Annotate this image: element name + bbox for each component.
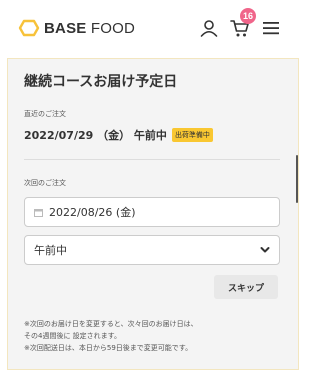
calendar-icon [34, 208, 43, 217]
recent-order-label: 直近のご注文 [24, 110, 66, 118]
page-title: 継続コースお届け予定日 [24, 74, 178, 90]
delivery-time-select[interactable]: 午前中 [24, 235, 280, 265]
next-order-label: 次回のご注文 [24, 179, 66, 187]
logo-text-bold: BASE [44, 19, 87, 37]
chevron-down-icon [260, 247, 270, 253]
scrollbar[interactable] [296, 155, 298, 203]
logo-hexagon-icon [18, 19, 40, 37]
menu-icon[interactable] [260, 17, 282, 39]
logo-text-light: FOOD [90, 19, 135, 37]
cart-count-badge: 16 [240, 8, 256, 24]
next-delivery-date-value: 2022/08/26 (金) [49, 206, 136, 219]
next-delivery-date-field[interactable]: 2022/08/26 (金) [24, 197, 280, 227]
site-header: BASE FOOD 16 [0, 0, 306, 58]
logo-text: BASE FOOD [44, 20, 135, 37]
note-line: その4週間後に 設定されます。 [24, 332, 121, 340]
delivery-time-value: 午前中 [34, 244, 67, 257]
skip-button[interactable]: スキップ [214, 275, 278, 299]
user-icon[interactable] [198, 17, 220, 39]
status-badge: 出荷準備中 [171, 128, 213, 142]
note-line: ※次回配送日は、本日から59日後まで変更可能です。 [24, 344, 193, 352]
base-food-logo[interactable]: BASE FOOD [18, 19, 135, 37]
recent-order-value: 2022/07/29 （金） 午前中 出荷準備中 [24, 127, 213, 143]
section-divider [24, 159, 280, 160]
note-line: ※次回のお届け日を変更すると、次々回のお届け日は、 [24, 320, 198, 328]
recent-order-date: 2022/07/29 （金） 午前中 [24, 129, 167, 142]
